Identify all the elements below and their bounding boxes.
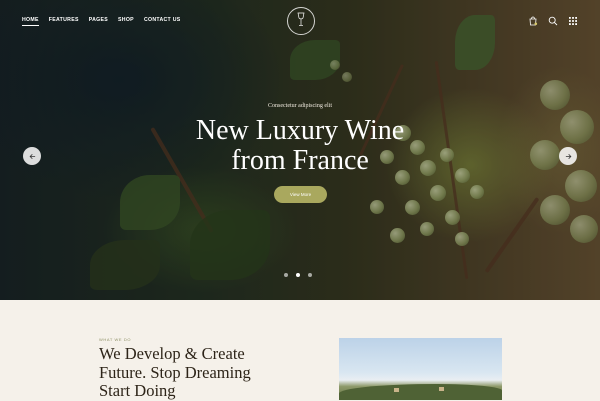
hero-title: New Luxury Wine from France: [0, 116, 600, 176]
main-nav: HOME FEATURES PAGES SHOP CONTACT US: [22, 17, 181, 26]
next-slide-button[interactable]: [559, 147, 577, 165]
photo-house: [394, 388, 399, 392]
hero-title-line-1: New Luxury Wine: [195, 115, 405, 146]
headline-line-3: Start Doing: [99, 381, 176, 400]
nav-item-shop[interactable]: SHOP: [118, 17, 134, 23]
nav-item-pages[interactable]: PAGES: [89, 17, 108, 23]
section-label: WHAT WE DO: [99, 337, 132, 342]
hero-eyebrow: Consectetur adipiscing elit: [268, 103, 332, 109]
nav-item-contact-us[interactable]: CONTACT US: [144, 17, 181, 23]
slider-pagination: [284, 273, 312, 277]
slide-dot-3[interactable]: [308, 273, 312, 277]
arrow-right-icon: [565, 153, 571, 159]
header-icons: [528, 16, 578, 26]
logo[interactable]: [287, 7, 315, 35]
slide-dot-2[interactable]: [296, 273, 300, 277]
view-more-button[interactable]: View More: [274, 186, 327, 203]
photo-hills: [339, 384, 502, 400]
nav-item-home[interactable]: HOME: [22, 17, 39, 26]
cart-icon[interactable]: [528, 16, 538, 26]
headline-line-1: We Develop & Create: [99, 344, 245, 363]
arrow-left-icon: [29, 153, 35, 159]
what-we-do-section: [0, 300, 600, 400]
hero-title-line-2: from France: [231, 145, 369, 176]
headline-line-2: Future. Stop Dreaming: [99, 362, 251, 382]
search-icon[interactable]: [548, 16, 558, 26]
section-headline: We Develop & Create Future. Stop Dreamin…: [99, 344, 299, 401]
grid-menu-icon[interactable]: [568, 16, 578, 26]
prev-slide-button[interactable]: [23, 147, 41, 165]
slide-dot-1[interactable]: [284, 273, 288, 277]
photo-house: [439, 387, 444, 391]
vineyard-photo: [339, 338, 502, 400]
nav-item-features[interactable]: FEATURES: [49, 17, 79, 23]
wine-glass-icon: [297, 12, 305, 26]
hero-slider: HOME FEATURES PAGES SHOP CONTACT US Cons…: [0, 0, 600, 300]
